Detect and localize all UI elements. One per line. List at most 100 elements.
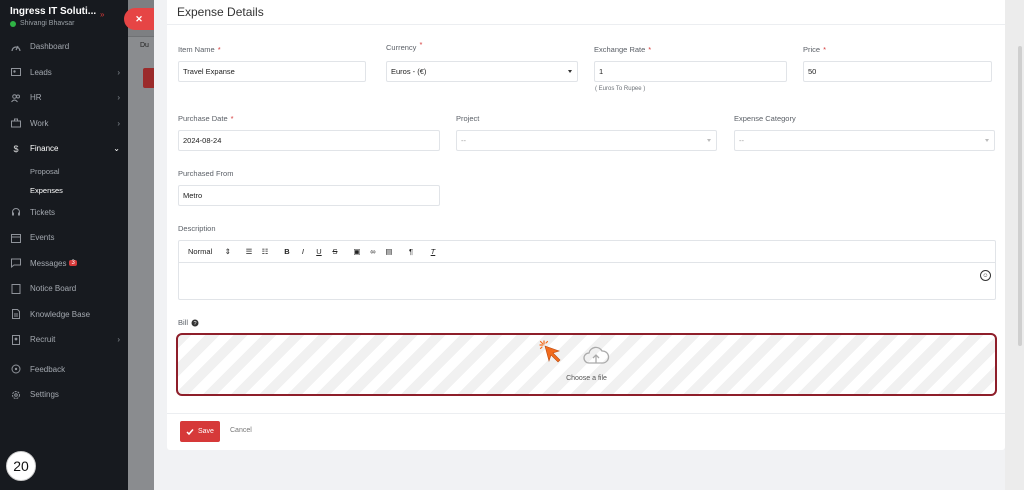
sidebar-item-label: Messages (30, 258, 67, 268)
sidebar: Ingress IT Soluti... Shivangi Bhavsar » … (0, 0, 128, 490)
sidebar-item-feedback[interactable]: Feedback (0, 357, 128, 383)
sidebar-item-hr[interactable]: HR › (0, 85, 128, 111)
strikethrough-icon[interactable]: S (331, 246, 339, 258)
item-name-input[interactable]: Travel Expanse (178, 61, 366, 82)
sidebar-item-finance[interactable]: $ Finance ⌄ (0, 136, 128, 162)
sidebar-item-label: Settings (30, 390, 59, 400)
sidebar-item-knowledge-base[interactable]: Knowledge Base (0, 302, 128, 328)
purchase-date-input[interactable]: 2024-08-24 (178, 130, 440, 151)
underlay-tab: Du (140, 42, 149, 49)
headset-icon (10, 206, 22, 218)
message-icon (10, 257, 22, 269)
expense-category-select[interactable]: -- (734, 130, 995, 151)
underlay-content (128, 36, 154, 490)
feedback-icon (10, 363, 22, 375)
sidebar-item-label: Recruit (30, 335, 56, 345)
save-button[interactable]: Save (180, 421, 220, 442)
bullet-list-icon[interactable]: ☷ (261, 246, 269, 258)
price-label: Price * (803, 45, 827, 54)
sidebar-item-label: Work (30, 118, 49, 128)
user-name: Shivangi Bhavsar (20, 20, 75, 27)
sidebar-item-leads[interactable]: Leads › (0, 60, 128, 86)
sidebar-item-tickets[interactable]: Tickets (0, 200, 128, 226)
right-gutter (1005, 0, 1024, 490)
sidebar-item-messages[interactable]: Messages 3 (0, 251, 128, 277)
notice-icon (10, 283, 22, 295)
purchased-from-input[interactable]: Metro (178, 185, 440, 206)
modal-title: Expense Details (177, 5, 264, 19)
close-modal-button[interactable]: ✕ (124, 8, 154, 30)
recruit-icon (10, 334, 22, 346)
svg-text:?: ? (193, 321, 196, 327)
sidebar-subitem-proposal[interactable]: Proposal (0, 162, 128, 181)
cancel-button[interactable]: Cancel (230, 427, 252, 434)
sidebar-subitem-expenses[interactable]: Expenses (0, 181, 128, 200)
chevron-right-icon: › (117, 93, 120, 102)
sidebar-item-label: Events (30, 233, 55, 243)
format-select[interactable]: Normal ⇕ (188, 246, 231, 258)
expense-category-label: Expense Category (734, 114, 796, 123)
video-icon[interactable]: ▤ (385, 246, 393, 258)
currency-value: Euros - (€) (391, 67, 427, 76)
sidebar-item-label: Notice Board (30, 284, 77, 294)
work-icon (10, 117, 22, 129)
exchange-rate-hint: ( Euros To Rupee ) (595, 86, 646, 92)
editor-toolbar: Normal ⇕ ☰ ☷ B I U S ▣ ∞ ▤ ¶ T (179, 241, 995, 263)
sidebar-item-label: HR (30, 93, 42, 103)
click-cursor-icon (539, 340, 561, 363)
expense-modal: Expense Details Item Name * Travel Expans… (167, 0, 1005, 450)
sidebar-nav: Dashboard Leads › HR › Work › $ Finance … (0, 34, 128, 408)
image-icon[interactable]: ▣ (353, 246, 361, 258)
sidebar-item-label: Tickets (30, 207, 56, 217)
knowledge-icon (10, 308, 22, 320)
sidebar-item-label: Knowledge Base (30, 309, 91, 319)
bill-dropzone[interactable]: Choose a file (176, 333, 997, 396)
sidebar-item-notice-board[interactable]: Notice Board (0, 276, 128, 302)
project-select[interactable]: -- (456, 130, 717, 151)
hr-icon (10, 92, 22, 104)
dollar-icon: $ (13, 143, 19, 154)
currency-select[interactable]: Euros - (€) (386, 61, 578, 82)
chevron-right-icon: › (117, 67, 120, 77)
brand: Ingress IT Soluti... Shivangi Bhavsar (0, 0, 128, 32)
link-icon[interactable]: ∞ (369, 246, 377, 258)
sidebar-item-recruit[interactable]: Recruit › (0, 327, 128, 353)
ordered-list-icon[interactable]: ☰ (245, 246, 253, 258)
description-label: Description (178, 224, 216, 233)
clear-format-icon[interactable]: T (429, 246, 437, 258)
sidebar-item-work[interactable]: Work › (0, 111, 128, 137)
bold-icon[interactable]: B (283, 246, 291, 258)
check-icon (186, 428, 194, 435)
leads-icon (10, 66, 22, 78)
item-name-label: Item Name * (178, 45, 221, 54)
sidebar-item-dashboard[interactable]: Dashboard (0, 34, 128, 60)
step-number-badge: 20 (6, 451, 36, 481)
dashboard-icon (10, 41, 22, 53)
online-status-icon (10, 20, 16, 27)
scrollbar[interactable] (1018, 46, 1022, 346)
collapse-sidebar-icon[interactable]: » (100, 10, 104, 19)
expense-category-value: -- (739, 136, 744, 145)
user-status: Shivangi Bhavsar (10, 20, 118, 27)
help-icon[interactable]: ? (191, 319, 199, 327)
upload-cloud-icon (583, 346, 610, 364)
chevron-down-icon (568, 70, 572, 73)
save-label: Save (198, 428, 214, 435)
sidebar-item-label: Dashboard (30, 42, 70, 52)
sidebar-item-label: Leads (30, 67, 52, 77)
exchange-rate-input[interactable]: 1 (594, 61, 787, 82)
chevron-right-icon: › (117, 335, 120, 344)
chevron-down-icon (707, 139, 711, 142)
sidebar-item-settings[interactable]: Settings (0, 382, 128, 408)
underline-icon[interactable]: U (315, 246, 323, 258)
description-editor[interactable]: Normal ⇕ ☰ ☷ B I U S ▣ ∞ ▤ ¶ T ☺ (178, 240, 996, 300)
modal-footer-divider (167, 413, 1005, 414)
calendar-icon (10, 232, 22, 244)
text-direction-icon[interactable]: ¶ (407, 246, 415, 258)
italic-icon[interactable]: I (299, 246, 307, 258)
price-input[interactable]: 50 (803, 61, 992, 82)
settings-icon (10, 389, 22, 401)
emoji-icon[interactable]: ☺ (980, 270, 991, 281)
sidebar-item-label: Finance (30, 144, 59, 154)
sidebar-item-events[interactable]: Events (0, 225, 128, 251)
